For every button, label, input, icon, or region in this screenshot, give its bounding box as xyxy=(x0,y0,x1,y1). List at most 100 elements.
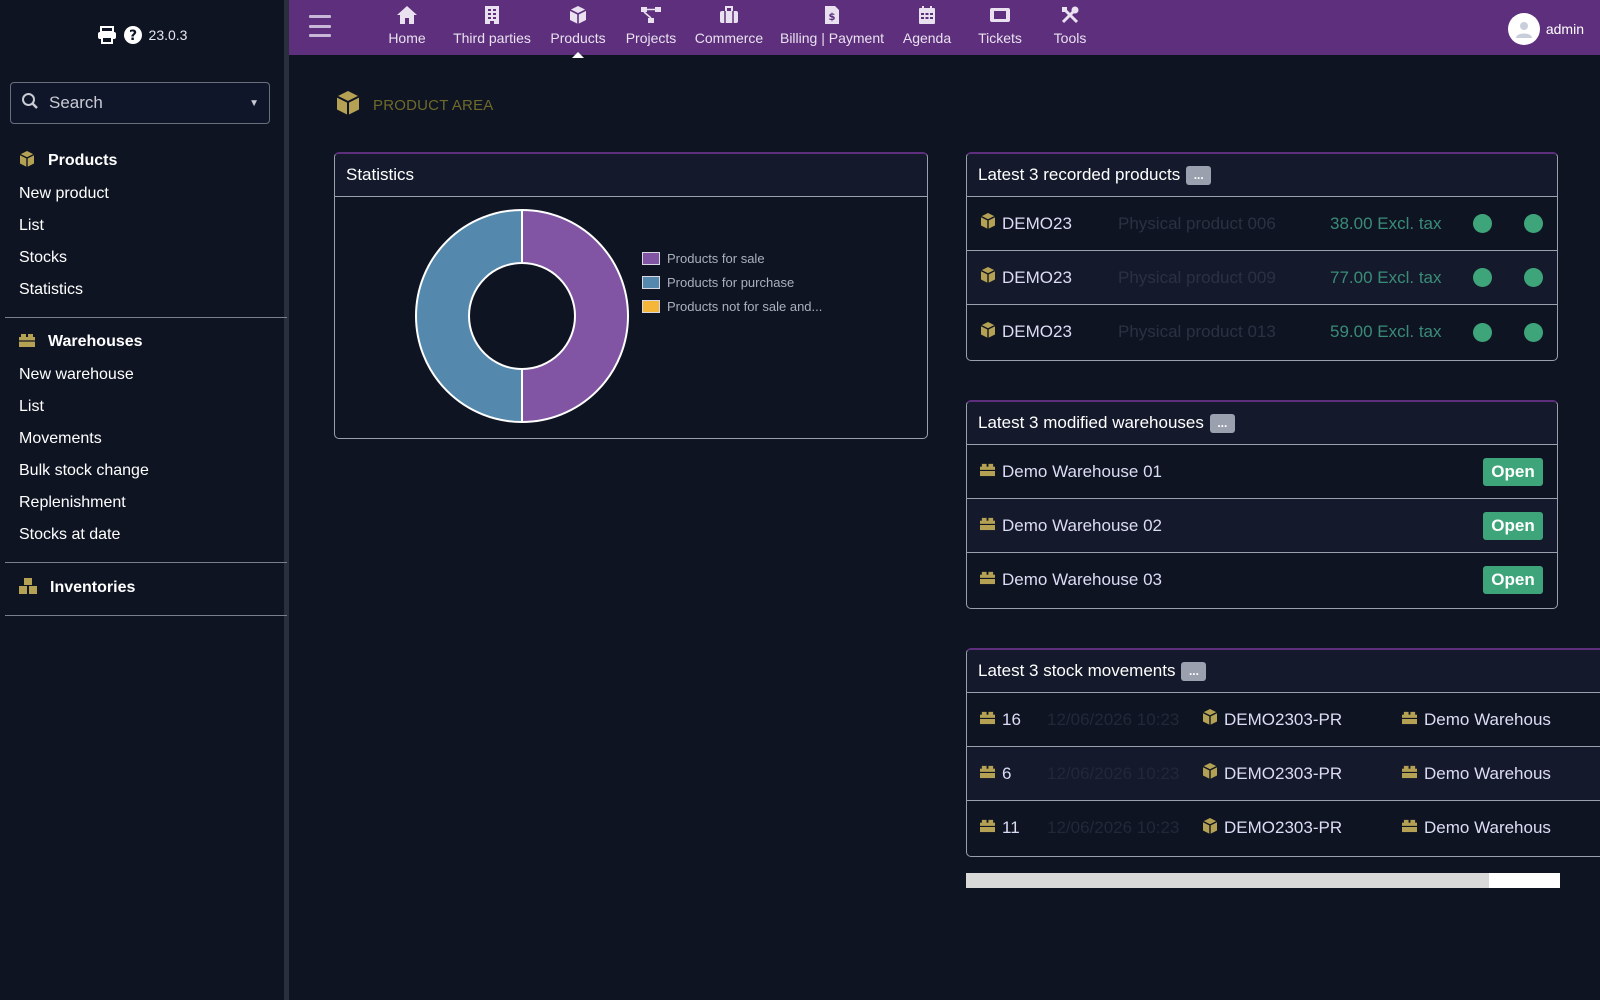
latest-products-card: Latest 3 recorded products ... DEMO23 Phy… xyxy=(966,152,1558,361)
sidebar-heading-products[interactable]: Products xyxy=(5,144,287,178)
sidebar-item-bulk-stock-change[interactable]: Bulk stock change xyxy=(5,455,287,487)
warehouse-icon xyxy=(979,710,996,730)
movement-warehouse-link[interactable]: Demo Warehous xyxy=(1401,818,1551,838)
movement-link[interactable]: 6 xyxy=(979,764,1011,784)
project-icon xyxy=(640,4,662,26)
movement-warehouse: Demo Warehous xyxy=(1424,709,1551,729)
active-tab-indicator xyxy=(572,52,584,58)
warehouse-name: Demo Warehouse 02 xyxy=(1002,515,1163,535)
user-menu[interactable]: admin xyxy=(1507,13,1584,45)
legend-item[interactable]: Products for sale xyxy=(642,246,822,270)
nav-label: Products xyxy=(550,30,606,46)
movement-link[interactable]: 16 xyxy=(979,710,1021,730)
chart-legend: Products for sale Products for purchase Pr… xyxy=(642,246,822,318)
movement-date: 12/06/2026 10:23 xyxy=(1047,763,1180,783)
movement-product-link[interactable]: DEMO2303-PR xyxy=(1201,817,1342,840)
help-icon[interactable]: ? xyxy=(123,25,143,45)
warehouse-link[interactable]: Demo Warehouse 01 xyxy=(979,462,1162,482)
product-ref-link[interactable]: DEMO23 xyxy=(979,321,1072,344)
movement-date: 12/06/2026 10:23 xyxy=(1047,709,1180,729)
product-ref-link[interactable]: DEMO23 xyxy=(979,266,1072,289)
legend-label: Products for purchase xyxy=(667,274,795,290)
table-row: 11 12/06/2026 10:23 DEMO2303-PR Demo Wareho… xyxy=(967,801,1600,855)
search-input[interactable]: Search ▼ xyxy=(10,82,270,124)
cube-icon xyxy=(979,212,997,235)
more-movements-button[interactable]: ... xyxy=(1181,661,1207,681)
status-sell-icon xyxy=(1473,322,1492,342)
briefcase-icon xyxy=(719,4,739,26)
movement-product-link[interactable]: DEMO2303-PR xyxy=(1201,708,1342,731)
printer-icon[interactable] xyxy=(97,26,117,44)
username: admin xyxy=(1545,21,1584,37)
table-row: DEMO23 Physical product 009 77.00 Excl. ta… xyxy=(967,251,1557,305)
movement-product-link[interactable]: DEMO2303-PR xyxy=(1201,762,1342,785)
product-label: Physical product 009 xyxy=(1118,267,1276,287)
card-header: Latest 3 stock movements ... xyxy=(967,650,1600,693)
sidebar-heading-label: Inventories xyxy=(50,579,136,596)
product-price: 38.00 Excl. tax xyxy=(1330,213,1442,233)
nav-third-parties[interactable]: Third parties xyxy=(451,4,533,52)
sidebar-item-replenishment[interactable]: Replenishment xyxy=(5,487,287,519)
sidebar-heading-label: Warehouses xyxy=(48,333,143,350)
page-title: PRODUCT AREA xyxy=(335,90,493,120)
sidebar-item-new-warehouse[interactable]: New warehouse xyxy=(5,359,287,391)
sidebar-item-statistics[interactable]: Statistics xyxy=(5,274,287,306)
sidebar-item-stocks[interactable]: Stocks xyxy=(5,242,287,274)
nav-home[interactable]: Home xyxy=(377,4,437,52)
avatar xyxy=(1507,13,1540,45)
sidebar-item-stocks-at-date[interactable]: Stocks at date xyxy=(5,519,287,551)
sidebar-divider xyxy=(5,317,287,318)
warehouse-icon xyxy=(1401,818,1418,838)
nav-commerce[interactable]: Commerce xyxy=(693,4,765,52)
invoice-icon: $ xyxy=(824,4,840,26)
warehouse-icon xyxy=(1401,764,1418,784)
legend-item[interactable]: Products not for sale and... xyxy=(642,294,822,318)
nav-billing-payment[interactable]: $ Billing | Payment xyxy=(779,4,885,52)
nav-tickets[interactable]: Tickets xyxy=(971,4,1029,52)
sidebar-item-movements[interactable]: Movements xyxy=(5,423,287,455)
donut-slice[interactable] xyxy=(415,208,523,424)
sidebar-heading-inventories[interactable]: Inventories xyxy=(5,571,287,605)
sidebar-item-warehouse-list[interactable]: List xyxy=(5,391,287,423)
calendar-icon xyxy=(918,4,936,26)
legend-label: Products for sale xyxy=(667,250,765,266)
latest-movements-card: Latest 3 stock movements ... 16 12/06/202… xyxy=(966,648,1600,857)
movement-link[interactable]: 11 xyxy=(979,818,1020,838)
svg-text:$: $ xyxy=(829,12,836,23)
product-price: 59.00 Excl. tax xyxy=(1330,322,1442,341)
donut-slice[interactable] xyxy=(521,208,629,424)
warehouse-link[interactable]: Demo Warehouse 02 xyxy=(979,516,1162,536)
nav-tools[interactable]: Tools xyxy=(1045,4,1095,52)
card-header: Statistics xyxy=(335,154,927,197)
legend-swatch xyxy=(642,251,660,265)
product-ref-link[interactable]: DEMO23 xyxy=(979,212,1072,235)
table-row: DEMO23 Physical product 006 38.00 Excl. ta… xyxy=(967,197,1557,251)
warehouse-name: Demo Warehouse 01 xyxy=(1002,461,1163,481)
nav-products[interactable]: Products xyxy=(547,4,609,58)
horizontal-scrollbar[interactable] xyxy=(966,873,1560,888)
sidebar-item-new-product[interactable]: New product xyxy=(5,178,287,210)
table-row: Demo Warehouse 02 Open xyxy=(967,499,1557,553)
left-sidebar: ? 23.0.3 Search ▼ Products New product L… xyxy=(0,0,289,1000)
more-warehouses-button[interactable]: ... xyxy=(1209,413,1235,433)
cube-icon xyxy=(979,321,997,344)
sidebar-heading-warehouses[interactable]: Warehouses xyxy=(5,325,287,359)
status-sell-icon xyxy=(1473,268,1492,287)
sidebar-item-product-list[interactable]: List xyxy=(5,210,287,242)
nav-projects[interactable]: Projects xyxy=(623,4,679,52)
scrollbar-thumb[interactable] xyxy=(966,873,1489,888)
card-title: Latest 3 stock movements xyxy=(978,661,1176,680)
hamburger-menu-icon[interactable] xyxy=(309,15,331,37)
ticket-icon xyxy=(989,4,1011,26)
cube-icon xyxy=(568,4,588,26)
table-row: 6 12/06/2026 10:23 DEMO2303-PR Demo Warehou… xyxy=(967,747,1600,801)
legend-item[interactable]: Products for purchase xyxy=(642,270,822,294)
more-products-button[interactable]: ... xyxy=(1186,165,1212,185)
movement-warehouse-link[interactable]: Demo Warehous xyxy=(1401,710,1551,730)
nav-agenda[interactable]: Agenda xyxy=(899,4,955,52)
statistics-card: Statistics Products for sale Products for… xyxy=(334,152,928,439)
chevron-down-icon[interactable]: ▼ xyxy=(249,98,259,109)
warehouse-link[interactable]: Demo Warehouse 03 xyxy=(979,570,1162,590)
movement-product: DEMO2303-PR xyxy=(1224,763,1343,783)
movement-warehouse-link[interactable]: Demo Warehous xyxy=(1401,764,1551,784)
